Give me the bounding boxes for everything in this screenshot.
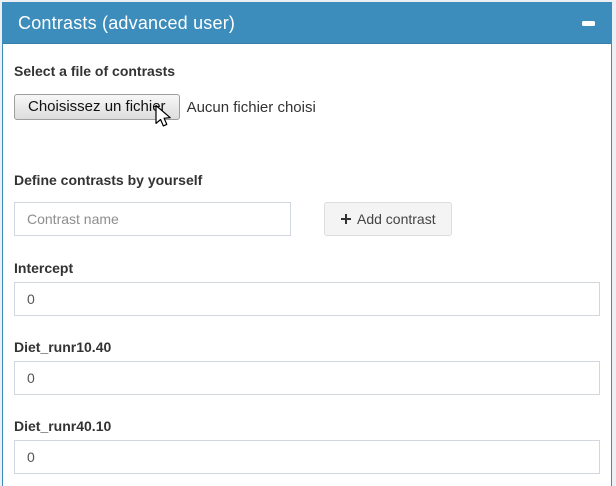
add-contrast-button[interactable]: Add contrast [324,202,452,236]
contrast-field-diet-runr40-10: Diet_runr40.10 [14,419,600,474]
contrasts-panel: Contrasts (advanced user) Select a file … [2,2,612,486]
contrast-field-diet-runr10-40: Diet_runr10.40 [14,340,600,395]
define-contrasts-row: Add contrast [14,202,600,236]
minus-icon [582,21,595,26]
file-section-label: Select a file of contrasts [14,64,600,78]
contrast-field-label: Diet_runr40.10 [14,419,600,433]
contrast-value-input[interactable] [14,440,600,474]
contrast-value-input[interactable] [14,361,600,395]
contrast-name-input[interactable] [14,202,291,236]
file-status-text: Aucun fichier choisi [187,99,316,116]
contrast-field-label: Diet_runr10.40 [14,340,600,354]
file-browse-button[interactable]: Choisissez un fichier [14,94,180,120]
panel-title: Contrasts (advanced user) [18,14,235,32]
panel-header: Contrasts (advanced user) [3,3,611,44]
file-input-row: Choisissez un fichier Aucun fichier choi… [14,94,600,120]
contrast-value-input[interactable] [14,282,600,316]
file-input-group: Select a file of contrasts Choisissez un… [14,64,600,120]
define-contrasts-group: Define contrasts by yourself Add contras… [14,173,600,236]
add-contrast-label: Add contrast [357,211,436,227]
contrast-field-intercept: Intercept [14,261,600,316]
contrast-field-label: Intercept [14,261,600,275]
plus-icon [340,213,352,225]
page-background: Contrasts (advanced user) Select a file … [0,0,616,486]
define-section-label: Define contrasts by yourself [14,173,600,187]
collapse-button[interactable] [576,3,601,43]
panel-body: Select a file of contrasts Choisissez un… [3,44,611,486]
